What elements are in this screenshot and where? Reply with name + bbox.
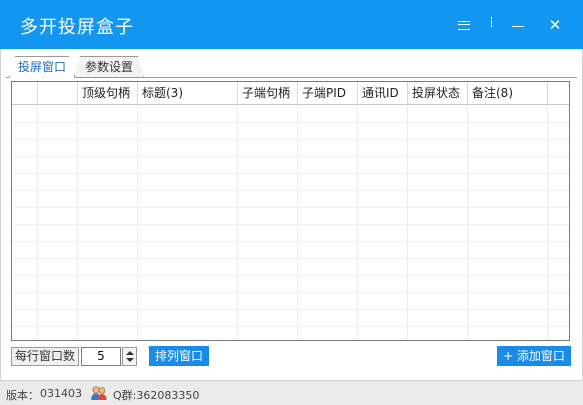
column-header-title[interactable]: 标题(3) xyxy=(138,82,238,105)
divider-button[interactable] xyxy=(478,10,504,40)
window-list-table[interactable]: 顶级句柄 标题(3) 子端句柄 子端PID 通讯ID 投屏状态 备注(8) xyxy=(11,81,570,341)
spin-down-icon[interactable] xyxy=(126,358,134,362)
users-icon xyxy=(91,386,107,400)
grid-row-line xyxy=(12,292,569,293)
grid-row-line xyxy=(12,156,569,157)
grid-row-line xyxy=(12,190,569,191)
add-window-button[interactable]: + 添加窗口 xyxy=(497,346,571,366)
grid-row-line xyxy=(12,122,569,123)
table-header: 顶级句柄 标题(3) 子端句柄 子端PID 通讯ID 投屏状态 备注(8) xyxy=(12,82,569,105)
per-row-input[interactable]: 5 xyxy=(81,347,121,366)
main-panel: 投屏窗口 参数设置 顶级句柄 标题(3) 子端句柄 子端PID 通讯ID 投屏状… xyxy=(0,49,583,380)
tab-screen-windows[interactable]: 投屏窗口 xyxy=(9,56,75,78)
grid-row-line xyxy=(12,326,569,327)
grid-row-line xyxy=(12,275,569,276)
column-header-top-handle[interactable]: 顶级句柄 xyxy=(78,82,138,105)
grid-column-line xyxy=(357,105,358,340)
grid-row-line xyxy=(12,258,569,259)
tab-baseline xyxy=(6,77,577,78)
close-icon: ✕ xyxy=(548,15,562,34)
grid-column-line xyxy=(77,105,78,340)
minimize-button[interactable] xyxy=(503,10,533,40)
grid-row-line xyxy=(12,241,569,242)
grid-column-line xyxy=(37,105,38,340)
column-header-index[interactable] xyxy=(38,82,78,105)
grid-column-line xyxy=(137,105,138,340)
version-value: 031403 xyxy=(40,387,82,400)
arrange-windows-button[interactable]: 排列窗口 xyxy=(149,346,209,366)
close-button[interactable]: ✕ xyxy=(540,10,570,40)
grid-column-line xyxy=(297,105,298,340)
window-title: 多开投屏盒子 xyxy=(20,17,134,38)
column-header-cast-status[interactable]: 投屏状态 xyxy=(408,82,468,105)
tab-parameter-settings[interactable]: 参数设置 xyxy=(74,56,144,78)
title-bar: 多开投屏盒子 ✕ xyxy=(0,0,583,49)
grid-row-line xyxy=(12,139,569,140)
column-header-comm-id[interactable]: 通讯ID xyxy=(358,82,408,105)
grid-column-line xyxy=(407,105,408,340)
qq-group-text: Q群:362083350 xyxy=(113,389,200,402)
per-row-label: 每行窗口数 xyxy=(11,347,79,366)
grid-row-line xyxy=(12,224,569,225)
column-header-child-pid[interactable]: 子端PID xyxy=(298,82,358,105)
column-header-extra[interactable] xyxy=(548,82,569,105)
tab-label: 参数设置 xyxy=(84,60,133,74)
grid-row-line xyxy=(12,173,569,174)
divider-icon xyxy=(490,17,492,27)
spin-up-icon[interactable] xyxy=(126,351,134,355)
grid-column-line xyxy=(237,105,238,340)
tab-label: 投屏窗口 xyxy=(18,60,67,74)
column-header-checkbox[interactable] xyxy=(12,82,38,105)
table-body[interactable] xyxy=(12,105,569,340)
menu-icon xyxy=(458,20,470,30)
grid-row-line xyxy=(12,309,569,310)
minimize-icon xyxy=(512,25,524,27)
menu-button[interactable] xyxy=(449,10,479,40)
grid-row-line xyxy=(12,207,569,208)
grid-column-line xyxy=(467,105,468,340)
grid-column-line xyxy=(547,105,548,340)
column-header-remark[interactable]: 备注(8) xyxy=(468,82,548,105)
per-row-spinner[interactable] xyxy=(122,347,137,366)
column-header-child-handle[interactable]: 子端句柄 xyxy=(238,82,298,105)
status-bar: 版本： 031403 Q群:362083350 xyxy=(0,380,583,405)
version-label: 版本： xyxy=(6,389,39,402)
bottom-toolbar: 每行窗口数 5 排列窗口 + 添加窗口 xyxy=(1,346,583,368)
